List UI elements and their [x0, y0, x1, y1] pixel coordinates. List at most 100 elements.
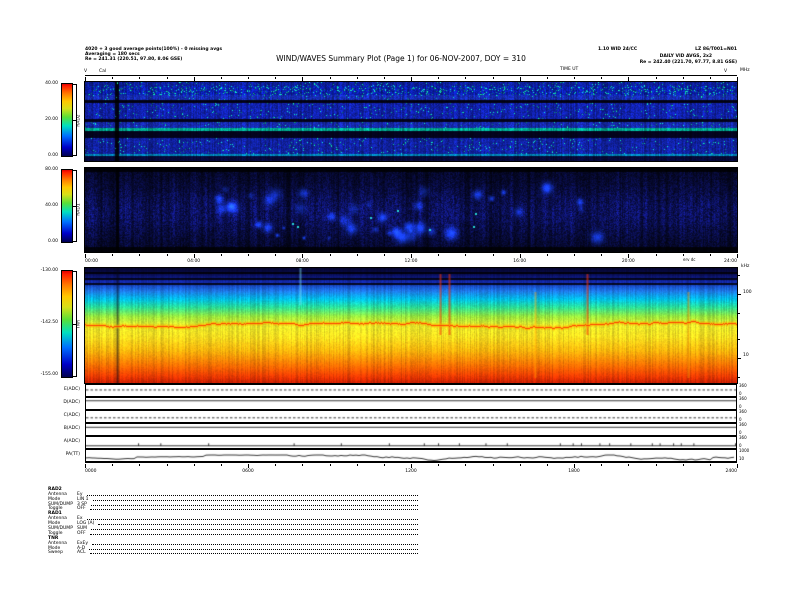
mid-axis-note: erv dc	[683, 257, 696, 262]
small-panel-label: D(ADC)	[63, 400, 80, 405]
tnr-colorbar	[61, 270, 73, 378]
axis-tick	[302, 464, 304, 466]
small-panel-badc	[85, 423, 737, 436]
axis-tick	[492, 77, 494, 79]
rad2-colorbar	[61, 83, 73, 157]
axis-tick	[329, 254, 331, 256]
axis-tick	[655, 254, 657, 256]
tnr-right-tick-10: 10	[743, 353, 749, 358]
axis-tick	[438, 254, 440, 256]
mid-axis-tick-label: 00:00	[85, 259, 98, 264]
tnr-right-tick-100: 100	[743, 290, 752, 295]
small-panel-label: B(ADC)	[63, 426, 80, 431]
receiver-legend: RAD2 Antenna Ey Mode LIN 1 SUM/DUMP 3 SP Toggle…	[48, 487, 420, 555]
small-panel-label: C(ADC)	[63, 413, 80, 418]
wind-waves-summary-page: 4020 + 3 good average points(100%) - 0 m…	[0, 0, 792, 612]
mid-axis-tick-label: 16:00	[513, 259, 527, 264]
axis-tick	[737, 254, 738, 258]
bottom-axis-tick-label: 0000	[85, 469, 97, 474]
axis-tick	[248, 77, 249, 79]
axis-tick	[628, 254, 630, 258]
axis-tick	[682, 464, 684, 466]
legend-key: Sweep	[48, 550, 63, 556]
legend-row: Sweep ACL	[48, 550, 420, 556]
rad1-cb-tick-top: 80.00	[45, 167, 58, 172]
axis-tick	[112, 77, 114, 79]
legend-dotted-leader	[86, 494, 418, 496]
axis-tick	[383, 464, 385, 466]
rad1-cb-tick-bottom: 0.00	[47, 239, 58, 244]
legend-dotted-leader	[89, 533, 418, 535]
page-title: WIND/WAVES Summary Plot (Page 1) for 06-…	[276, 54, 526, 63]
axis-tick	[519, 464, 521, 466]
axis-tick	[112, 254, 114, 256]
axis-tick	[302, 254, 304, 258]
header-position-right: Re = 242.40 (221.70, 97.77, 8.81 GSE)	[639, 60, 737, 65]
bottom-axis-tick-label: 2400	[725, 469, 737, 474]
legend-dotted-leader	[91, 529, 418, 531]
axis-tick	[492, 464, 494, 466]
small-panel-trace	[86, 450, 736, 461]
axis-tick	[383, 77, 385, 79]
axis-tick	[166, 77, 168, 79]
rad2-panel-label: RAD2	[76, 114, 82, 127]
tnr-right-tickmark	[737, 274, 740, 276]
axis-tick	[248, 254, 249, 256]
axis-tick	[682, 77, 684, 79]
axis-tick	[275, 464, 277, 466]
small-panel-right-bottom: 10	[739, 456, 745, 461]
small-panel-label: E(ADC)	[63, 387, 80, 392]
small-panel-label: A(ADC)	[63, 439, 80, 444]
marker-cal: Cal	[99, 69, 107, 74]
small-panel-right-top: 360	[739, 383, 747, 388]
axis-tick	[601, 77, 603, 79]
axis-tick	[655, 77, 657, 79]
axis-tick	[492, 254, 494, 256]
legend-dotted-leader	[89, 548, 418, 550]
legend-value: OFF	[77, 506, 86, 512]
small-panel-trace	[86, 437, 736, 448]
axis-tick	[302, 77, 304, 81]
small-panel-trace	[86, 424, 736, 435]
axis-tick	[356, 254, 358, 256]
mid-axis-tick-label: 12:00	[404, 259, 418, 264]
tnr-cb-tickmark	[73, 271, 77, 272]
rad2-cb-tickmark	[73, 84, 77, 85]
legend-dotted-leader	[89, 553, 418, 555]
small-panel-right-top: 1000	[739, 448, 750, 453]
axis-tick	[193, 254, 195, 258]
small-panel-right-top: 360	[739, 409, 747, 414]
axis-tick	[546, 77, 548, 79]
axis-tick	[628, 464, 630, 466]
legend-dotted-leader	[86, 519, 418, 521]
mid-axis-tick-label: 04:00	[187, 259, 201, 264]
tnr-right-tickmark	[737, 294, 741, 295]
header-version: 1.10 WID 24/CC	[598, 47, 638, 52]
rad1-panel-label: RAD1	[76, 203, 82, 216]
axis-tick	[655, 464, 657, 466]
axis-tick	[220, 464, 222, 466]
axis-tick	[438, 464, 440, 466]
axis-tick	[329, 77, 331, 79]
small-panel-dadc	[85, 397, 737, 410]
small-panel-right-top: 360	[739, 422, 747, 427]
rad2-cb-tick-bottom: 0.00	[47, 153, 58, 158]
small-panel-right-top: 360	[739, 435, 747, 440]
rad2-cb-tick-top: 40.00	[45, 81, 58, 86]
header-lz-record: LZ 86/T001=N01	[695, 47, 737, 52]
legend-dotted-leader	[92, 499, 418, 501]
marker-v-right: V	[724, 69, 728, 74]
axis-tick	[465, 254, 467, 256]
rad1-cb-tickmark	[73, 170, 77, 171]
axis-tick	[220, 254, 222, 256]
tnr-panel-label: TNR	[76, 319, 82, 330]
top-axis-time-label: TIME UT	[560, 67, 579, 72]
tnr-right-axis	[737, 268, 751, 383]
tnr-cb-tickmark	[73, 376, 77, 377]
tnr-spectrogram	[84, 267, 738, 384]
rad1-spectrogram	[84, 167, 738, 253]
axis-tick	[275, 77, 277, 79]
bottom-axis-tick-label: 0600	[242, 469, 254, 474]
tnr-right-tickmark	[737, 357, 741, 359]
rad1-cb-tickmark	[73, 241, 77, 242]
